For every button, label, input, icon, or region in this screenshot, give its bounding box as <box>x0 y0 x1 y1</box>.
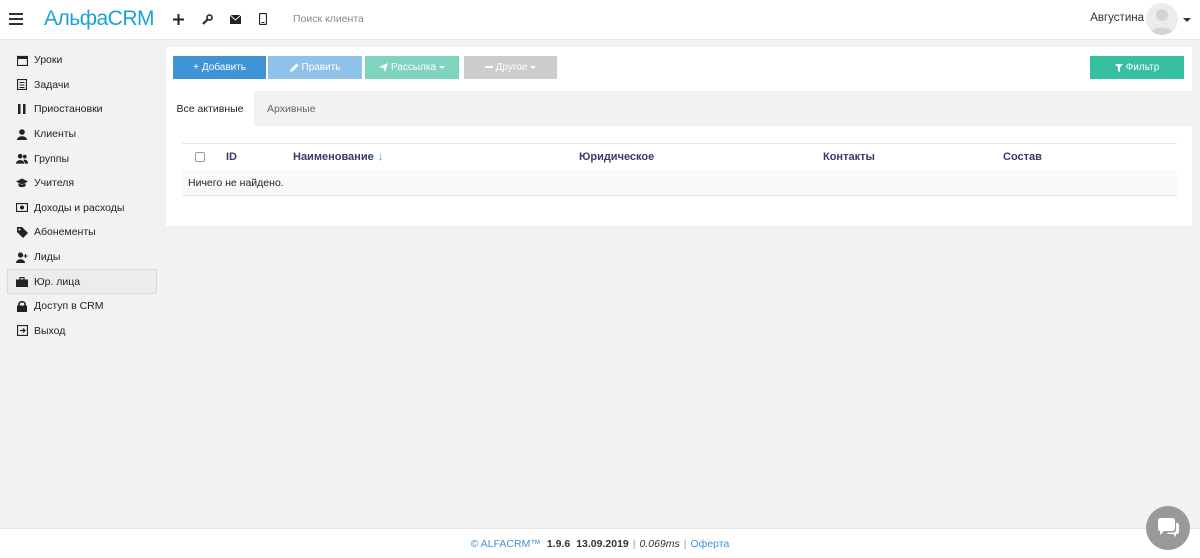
plus-icon: + <box>192 62 199 73</box>
mobile-icon[interactable] <box>255 10 271 28</box>
main-panel: + Добавить Править Рассылка Другое Фильт… <box>166 47 1192 226</box>
paper-plane-icon <box>378 63 388 72</box>
footer: © ALFACRM™ 1.9.6 13.09.2019 | 0.069ms | … <box>0 528 1200 558</box>
users-icon <box>16 153 28 165</box>
menu-toggle-icon[interactable] <box>9 13 23 25</box>
sidebar-item-label: Выход <box>34 324 66 337</box>
footer-date: 13.09.2019 <box>576 537 629 550</box>
envelope-icon[interactable] <box>227 10 243 28</box>
edit-button[interactable]: Править <box>268 56 362 79</box>
sidebar-item-teachers[interactable]: Учителя <box>7 171 157 196</box>
user-name[interactable]: Августина <box>1090 12 1144 24</box>
tab-all-active[interactable]: Все активные <box>166 91 254 126</box>
app-logo[interactable]: АльфаCRM <box>44 7 154 31</box>
footer-version: 1.9.6 <box>546 537 571 550</box>
sidebar-item-groups[interactable]: Группы <box>7 146 157 171</box>
sidebar-item-subscriptions[interactable]: Абонементы <box>7 220 157 245</box>
footer-separator: | <box>632 537 636 550</box>
sidebar-item-logout[interactable]: Выход <box>7 319 157 344</box>
column-header-name[interactable]: Наименование ↓ <box>293 151 383 163</box>
column-header-id[interactable]: ID <box>226 151 237 163</box>
legal-entities-table: ID Наименование ↓ Юридическое Контакты Со… <box>182 143 1177 196</box>
sidebar-item-label: Уроки <box>34 54 63 67</box>
sidebar-item-label: Лиды <box>34 251 61 264</box>
sidebar-item-finance[interactable]: Доходы и расходы <box>7 196 157 221</box>
sign-out-icon <box>16 325 28 337</box>
sidebar-item-tasks[interactable]: Задачи <box>7 73 157 98</box>
sidebar-item-leads[interactable]: Лиды <box>7 245 157 270</box>
column-header-composition[interactable]: Состав <box>1003 151 1042 163</box>
pause-icon <box>16 103 28 115</box>
sidebar-item-label: Приостановки <box>34 103 103 116</box>
empty-message: Ничего не найдено. <box>188 176 284 189</box>
user-menu-caret-icon[interactable] <box>1183 18 1191 22</box>
sidebar-item-label: Группы <box>34 152 69 165</box>
footer-render-time: 0.069ms <box>639 537 680 550</box>
sidebar-item-lessons[interactable]: Уроки <box>7 48 157 73</box>
chat-widget-button[interactable] <box>1146 506 1190 550</box>
sidebar-item-label: Учителя <box>34 177 75 190</box>
sidebar-item-label: Клиенты <box>34 128 77 141</box>
sidebar-item-legal-entities[interactable]: Юр. лица <box>7 269 157 294</box>
mailing-button[interactable]: Рассылка <box>365 56 459 79</box>
chat-bubble-icon <box>1158 518 1179 537</box>
wrench-icon[interactable] <box>199 10 215 28</box>
lock-icon <box>16 300 28 312</box>
other-button[interactable]: Другое <box>464 56 557 79</box>
user-icon <box>16 128 28 140</box>
table-header-row: ID Наименование ↓ Юридическое Контакты Со… <box>182 143 1177 170</box>
sidebar-item-label: Доступ в CRM <box>34 300 104 313</box>
minus-icon <box>484 66 493 69</box>
sort-arrow-down-icon: ↓ <box>377 151 384 163</box>
empty-row: Ничего не найдено. <box>182 170 1177 196</box>
tab-archive[interactable]: Архивные <box>267 91 316 126</box>
sidebar-nav: Уроки Задачи Приостановки Клиенты Группы… <box>7 48 157 343</box>
add-button[interactable]: + Добавить <box>173 56 266 79</box>
briefcase-icon <box>16 276 28 288</box>
sidebar-item-label: Абонементы <box>34 226 96 239</box>
money-icon <box>16 202 28 214</box>
sidebar-item-label: Юр. лица <box>34 275 81 288</box>
tag-icon <box>16 226 28 238</box>
footer-offer-link[interactable]: Оферта <box>691 538 730 550</box>
select-all-checkbox[interactable] <box>195 152 205 162</box>
chevron-down-icon <box>530 66 537 69</box>
plus-icon[interactable] <box>170 10 186 28</box>
calendar-icon <box>16 54 28 66</box>
filter-button[interactable]: Фильтр <box>1090 56 1184 79</box>
user-plus-icon <box>16 251 28 263</box>
sidebar-item-clients[interactable]: Клиенты <box>7 122 157 147</box>
tasks-icon <box>16 79 28 91</box>
sidebar-item-label: Задачи <box>34 78 70 91</box>
sidebar-item-pauses[interactable]: Приостановки <box>7 97 157 122</box>
client-search-input[interactable] <box>285 9 505 29</box>
pencil-icon <box>289 63 299 72</box>
tabs-bar: Все активные Архивные <box>166 91 1192 126</box>
chevron-down-icon <box>439 66 446 69</box>
sidebar-item-crm-access[interactable]: Доступ в CRM <box>7 294 157 319</box>
user-avatar[interactable] <box>1146 3 1178 35</box>
graduation-cap-icon <box>16 177 28 189</box>
top-navbar: АльфаCRM Августина <box>0 0 1200 40</box>
footer-separator: | <box>683 537 687 550</box>
column-header-legal[interactable]: Юридическое <box>579 151 654 163</box>
sidebar-item-label: Доходы и расходы <box>34 201 125 214</box>
column-header-contacts[interactable]: Контакты <box>823 151 875 163</box>
footer-brand: © ALFACRM™ <box>470 537 541 550</box>
filter-icon <box>1114 63 1123 72</box>
